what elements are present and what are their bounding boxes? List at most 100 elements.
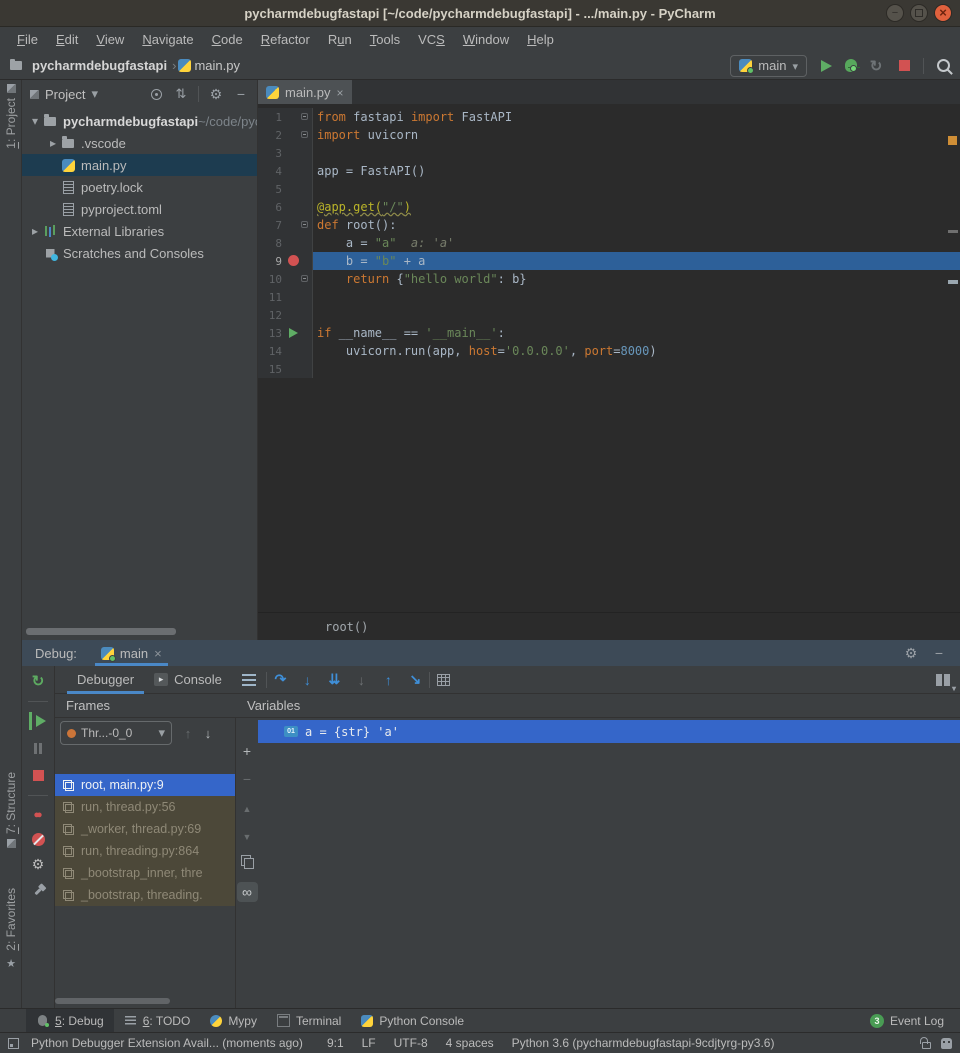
gutter-cell[interactable]: 1 (258, 108, 313, 126)
breadcrumb-scope[interactable]: root() (325, 620, 368, 634)
move-watch-down-icon[interactable] (239, 826, 256, 843)
gutter-cell[interactable]: 4 (258, 162, 313, 180)
menu-item-edit[interactable]: Edit (47, 32, 87, 47)
chevron-down-icon[interactable] (91, 86, 98, 102)
gutter-cell[interactable]: 6 (258, 198, 313, 216)
expand-arrow-icon[interactable] (28, 114, 42, 128)
force-step-into-icon[interactable] (326, 671, 343, 688)
menu-item-view[interactable]: View (87, 32, 133, 47)
fold-marker-icon[interactable] (301, 275, 308, 282)
expand-arrow-icon[interactable] (28, 224, 42, 238)
gutter-cell[interactable]: 7 (258, 216, 313, 234)
pause-icon[interactable] (29, 739, 47, 757)
close-tab-icon[interactable] (337, 85, 344, 100)
gutter-cell[interactable]: 11 (258, 288, 313, 306)
hide-icon[interactable] (233, 86, 249, 102)
step-into-icon[interactable] (299, 671, 316, 688)
menu-item-window[interactable]: Window (454, 32, 518, 47)
gutter-cell[interactable]: 3 (258, 144, 313, 162)
stop-icon[interactable] (895, 57, 913, 75)
gutter-cell[interactable]: 8 (258, 234, 313, 252)
tree-item-scratches-and-consoles[interactable]: Scratches and Consoles (22, 242, 257, 264)
lock-icon[interactable] (922, 1042, 931, 1049)
select-opened-file-icon[interactable] (148, 86, 164, 102)
tree-item-pyproject-toml[interactable]: pyproject.toml (22, 198, 257, 220)
menu-item-run[interactable]: Run (319, 32, 361, 47)
previous-frame-icon[interactable] (178, 726, 198, 741)
gear-icon[interactable] (29, 855, 47, 873)
toolwindow-button-terminal[interactable]: Terminal (267, 1009, 351, 1033)
code-line[interactable]: 11 (258, 288, 960, 306)
toolwindow-button-5-debug[interactable]: 5: Debug (26, 1009, 114, 1033)
menu-item-vcs[interactable]: VCS (409, 32, 454, 47)
code-line[interactable]: 4app = FastAPI() (258, 162, 960, 180)
line-ending[interactable]: LF (362, 1036, 376, 1050)
menu-item-tools[interactable]: Tools (361, 32, 409, 47)
horizontal-scrollbar[interactable] (26, 628, 176, 635)
tree-item-main-py[interactable]: main.py (22, 154, 257, 176)
indent-setting[interactable]: 4 spaces (446, 1036, 494, 1050)
code-line[interactable]: 5 (258, 180, 960, 198)
menu-item-help[interactable]: Help (518, 32, 563, 47)
thread-selector[interactable]: Thr...-0_0 (60, 721, 172, 745)
file-encoding[interactable]: UTF-8 (394, 1036, 428, 1050)
menu-item-refactor[interactable]: Refactor (252, 32, 319, 47)
toolwindow-button-mypy[interactable]: Mypy (200, 1009, 267, 1033)
breadcrumb-file[interactable]: main.py (194, 58, 240, 73)
sidebar-item-structure[interactable]: 7: Structure (0, 772, 22, 884)
project-panel-title[interactable]: Project (45, 87, 85, 102)
next-frame-icon[interactable] (198, 726, 218, 741)
gutter-cell[interactable]: 10 (258, 270, 313, 288)
hector-icon[interactable] (941, 1038, 952, 1049)
add-watch-icon[interactable] (239, 742, 256, 759)
step-over-icon[interactable] (272, 671, 289, 688)
tree-item-poetry-lock[interactable]: poetry.lock (22, 176, 257, 198)
view-menu-icon[interactable] (242, 674, 256, 686)
gutter-cell[interactable]: 15 (258, 360, 313, 378)
sidebar-item-favorites[interactable]: 2: Favorites (0, 888, 22, 998)
gutter-cell[interactable]: 14 (258, 342, 313, 360)
close-session-icon[interactable] (154, 646, 162, 661)
menu-item-code[interactable]: Code (203, 32, 252, 47)
move-watch-up-icon[interactable] (239, 798, 256, 815)
code-line[interactable]: 7def root(): (258, 216, 960, 234)
tree-item-external-libraries[interactable]: External Libraries (22, 220, 257, 242)
gutter-cell[interactable]: 12 (258, 306, 313, 324)
horizontal-scrollbar[interactable] (55, 998, 170, 1004)
code-line[interactable]: 9 b = "b" + a (258, 252, 960, 270)
step-out-icon[interactable] (380, 671, 397, 688)
expand-arrow-icon[interactable] (46, 136, 60, 150)
collapse-all-icon[interactable] (173, 86, 189, 102)
frame-row[interactable]: run, thread.py:56 (55, 796, 235, 818)
event-log-button[interactable]: 3 Event Log (870, 1014, 944, 1028)
menu-item-file[interactable]: File (8, 32, 47, 47)
code-line[interactable]: 13if __name__ == '__main__': (258, 324, 960, 342)
run-icon[interactable] (817, 57, 835, 75)
gutter-cell[interactable]: 9 (258, 252, 313, 270)
close-icon[interactable] (934, 4, 952, 22)
debug-icon[interactable] (845, 59, 857, 72)
frame-row[interactable]: run, threading.py:864 (55, 840, 235, 862)
code-line[interactable]: 15 (258, 360, 960, 378)
toolwindow-button-6-todo[interactable]: 6: TODO (114, 1009, 201, 1033)
gutter-cell[interactable]: 13 (258, 324, 313, 342)
variable-row[interactable]: 01 a = {str} 'a' (258, 720, 960, 743)
error-stripe-mark[interactable] (948, 136, 957, 145)
profile-icon[interactable] (867, 57, 885, 75)
run-gutter-icon[interactable] (289, 328, 298, 338)
search-everywhere-icon[interactable] (934, 57, 952, 75)
pin-icon[interactable] (25, 878, 50, 903)
gear-icon[interactable] (903, 645, 919, 661)
interpreter-info[interactable]: Python 3.6 (pycharmdebugfastapi-9cdjtyrg… (512, 1036, 775, 1050)
frame-row[interactable]: _bootstrap_inner, thre (55, 862, 235, 884)
gear-icon[interactable] (208, 86, 224, 102)
fold-marker-icon[interactable] (301, 221, 308, 228)
fold-marker-icon[interactable] (301, 113, 308, 120)
tree-item--vscode[interactable]: .vscode (22, 132, 257, 154)
tab-debugger[interactable]: Debugger (67, 666, 144, 694)
rerun-icon[interactable] (29, 672, 47, 690)
tree-item-pycharmdebugfastapi[interactable]: pycharmdebugfastapi ~/code/pycharmdebugf… (22, 110, 257, 132)
remove-watch-icon[interactable] (239, 770, 256, 787)
tab-console[interactable]: Console (144, 666, 232, 694)
duplicate-watch-icon[interactable] (239, 854, 256, 871)
